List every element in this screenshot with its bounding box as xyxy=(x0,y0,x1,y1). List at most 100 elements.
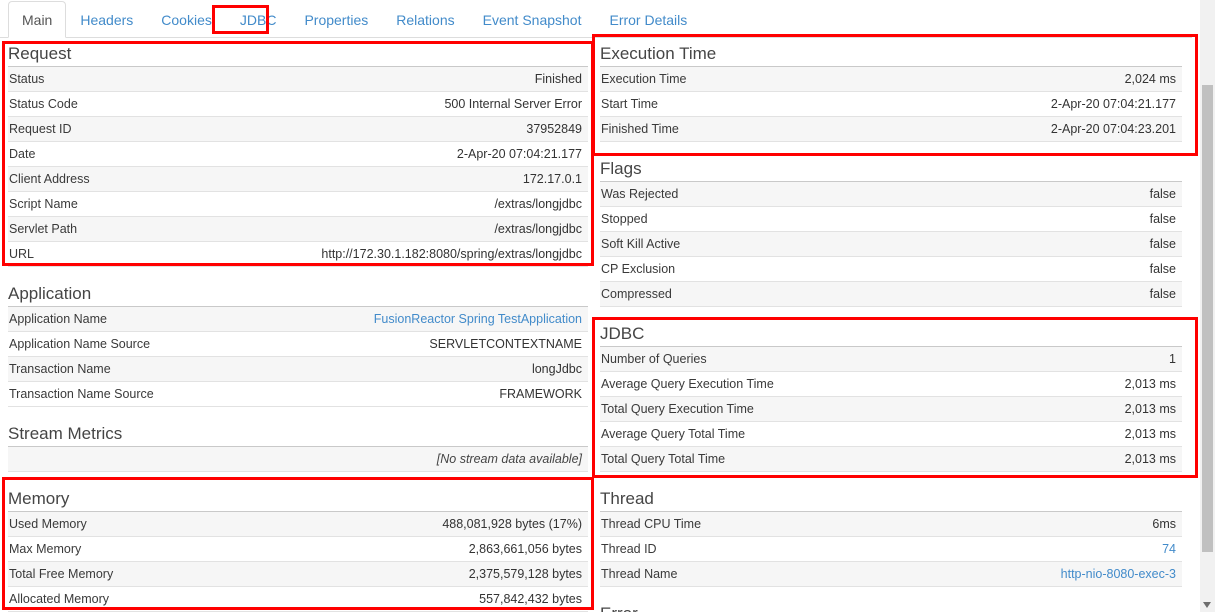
table-row: Start Time 2-Apr-20 07:04:21.177 xyxy=(600,92,1182,117)
row-label: Max Memory xyxy=(9,542,81,556)
section-rows: Application Name FusionReactor Spring Tes… xyxy=(8,307,588,407)
row-label: Thread Name xyxy=(601,567,677,581)
section-execution-time: Execution TimeExecution Time2,024 msStar… xyxy=(600,38,1182,142)
section-thread: ThreadThread CPU Time6msThread ID74Threa… xyxy=(600,483,1182,587)
section-flags: FlagsWas RejectedfalseStoppedfalseSoft K… xyxy=(600,153,1182,307)
table-row: Client Address172.17.0.1 xyxy=(8,167,588,192)
scrollbar-thumb[interactable] xyxy=(1202,85,1213,552)
row-value: 2-Apr-20 07:04:21.177 xyxy=(1051,97,1176,111)
row-value: 1 xyxy=(1169,352,1176,366)
section-title: Request xyxy=(8,38,588,67)
table-row: Total Query Total Time2,013 ms xyxy=(600,447,1182,472)
section-request: RequestStatusFinishedStatus Code500 Inte… xyxy=(8,38,588,267)
row-label: Servlet Path xyxy=(9,222,77,236)
row-value: longJdbc xyxy=(532,362,582,376)
row-value: Finished xyxy=(535,72,582,86)
section-error: Error xyxy=(600,598,1182,612)
row-value-link[interactable]: FusionReactor Spring TestApplication xyxy=(374,312,582,326)
row-value: 2,013 ms xyxy=(1125,402,1176,416)
row-label: Thread CPU Time xyxy=(601,517,701,531)
row-label: Average Query Total Time xyxy=(601,427,745,441)
table-row: Max Memory 2,863,661,056 bytes xyxy=(8,537,588,562)
row-label: Total Free Memory xyxy=(9,567,113,581)
table-row: Was Rejectedfalse xyxy=(600,182,1182,207)
section-rows: Thread CPU Time 6ms Thread ID 74 Thread Name… xyxy=(600,512,1182,587)
row-value: 2,013 ms xyxy=(1125,427,1176,441)
tab-headers[interactable]: Headers xyxy=(66,1,147,38)
row-label: Start Time xyxy=(601,97,658,111)
table-row: Used Memory 488,081,928 bytes (17%) xyxy=(8,512,588,537)
row-value: 2,375,579,128 bytes xyxy=(469,567,582,581)
row-label: Soft Kill Active xyxy=(601,237,680,251)
table-row: Total Query Execution Time2,013 ms xyxy=(600,397,1182,422)
row-value: 2,863,661,056 bytes xyxy=(469,542,582,556)
row-label: Request ID xyxy=(9,122,72,136)
tab-error-details[interactable]: Error Details xyxy=(595,1,701,38)
scrollbar-down-arrow-icon[interactable] xyxy=(1203,602,1211,608)
table-row: Number of Queries 1 xyxy=(600,347,1182,372)
tab-relations[interactable]: Relations xyxy=(382,1,468,38)
row-value: 2,013 ms xyxy=(1125,452,1176,466)
section-title: Stream Metrics xyxy=(8,418,588,447)
transaction-details-page: MainHeadersCookiesJDBCPropertiesRelation… xyxy=(0,0,1215,612)
table-row: Compressed false xyxy=(600,282,1182,307)
details-column-left: RequestStatusFinishedStatus Code500 Inte… xyxy=(8,38,588,612)
row-label: Finished Time xyxy=(601,122,679,136)
row-value: http://172.30.1.182:8080/spring/extras/l… xyxy=(321,247,582,261)
table-row: [No stream data available] xyxy=(8,447,588,472)
table-row: Allocated Memory557,842,432 bytes xyxy=(8,587,588,612)
row-value: 488,081,928 bytes (17%) xyxy=(442,517,582,531)
table-row: Execution Time2,024 ms xyxy=(600,67,1182,92)
section-jdbc: JDBC Number of Queries 1 Average Query Exec… xyxy=(600,318,1182,472)
scrollbar[interactable] xyxy=(1200,0,1215,612)
table-row: Script Name/extras/longjdbc xyxy=(8,192,588,217)
row-value: /extras/longjdbc xyxy=(494,197,582,211)
row-label: Application Name xyxy=(9,312,107,326)
row-value-link[interactable]: http-nio-8080-exec-3 xyxy=(1061,567,1176,581)
details-column-right: Execution TimeExecution Time2,024 msStar… xyxy=(600,38,1182,612)
table-row: Average Query Total Time 2,013 ms xyxy=(600,422,1182,447)
row-label: Stopped xyxy=(601,212,648,226)
table-row: StatusFinished xyxy=(8,67,588,92)
table-row: Finished Time2-Apr-20 07:04:23.201 xyxy=(600,117,1182,142)
tab-event-snapshot[interactable]: Event Snapshot xyxy=(469,1,596,38)
section-rows: Used Memory 488,081,928 bytes (17%) Max Me… xyxy=(8,512,588,612)
row-value: /extras/longjdbc xyxy=(494,222,582,236)
section-rows: Number of Queries 1 Average Query Executio… xyxy=(600,347,1182,472)
row-label: Transaction Name xyxy=(9,362,111,376)
row-label: Allocated Memory xyxy=(9,592,109,606)
row-value: 37952849 xyxy=(526,122,582,136)
row-label: Number of Queries xyxy=(601,352,707,366)
row-label: Script Name xyxy=(9,197,78,211)
table-row: Thread ID 74 xyxy=(600,537,1182,562)
row-label: Execution Time xyxy=(601,72,686,86)
section-title: Thread xyxy=(600,483,1182,512)
row-value: SERVLETCONTEXTNAME xyxy=(429,337,582,351)
section-rows: Was Rejectedfalse Stopped false Soft Kill A… xyxy=(600,182,1182,307)
tab-cookies[interactable]: Cookies xyxy=(147,1,226,38)
table-row: Total Free Memory 2,375,579,128 bytes xyxy=(8,562,588,587)
section-memory: MemoryUsed Memory488,081,928 bytes (17%)… xyxy=(8,483,588,612)
table-row: Average Query Execution Time2,013 ms xyxy=(600,372,1182,397)
row-label: Client Address xyxy=(9,172,90,186)
section-title: JDBC xyxy=(600,318,1182,347)
row-label: Status Code xyxy=(9,97,78,111)
table-row: Application Name FusionReactor Spring Tes… xyxy=(8,307,588,332)
row-label: Used Memory xyxy=(9,517,87,531)
row-value: 6ms xyxy=(1152,517,1176,531)
tab-main[interactable]: Main xyxy=(8,1,66,38)
tab-properties[interactable]: Properties xyxy=(290,1,382,38)
section-rows: StatusFinishedStatus Code500 Internal Se… xyxy=(8,67,588,267)
row-label: Compressed xyxy=(601,287,672,301)
section-title: Error xyxy=(600,598,1182,612)
row-value: false xyxy=(1150,287,1176,301)
tab-jdbc[interactable]: JDBC xyxy=(226,1,291,38)
table-row: Thread CPU Time 6ms xyxy=(600,512,1182,537)
row-label: Thread ID xyxy=(601,542,657,556)
section-title: Execution Time xyxy=(600,38,1182,67)
row-value-link[interactable]: 74 xyxy=(1162,542,1176,556)
row-label: Average Query Execution Time xyxy=(601,377,774,391)
table-row: URLhttp://172.30.1.182:8080/spring/extra… xyxy=(8,242,588,267)
row-value: false xyxy=(1150,237,1176,251)
section-title: Application xyxy=(8,278,588,307)
